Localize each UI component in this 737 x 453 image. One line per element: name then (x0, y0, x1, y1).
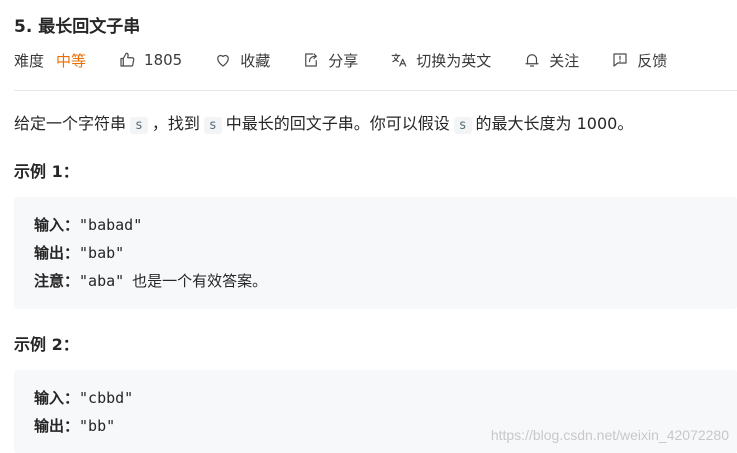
problem-title: 5. 最长回文子串 (14, 17, 141, 37)
output-label: 输出： (34, 417, 80, 435)
follow-button[interactable]: 关注 (523, 50, 579, 71)
input-label: 输入： (34, 389, 80, 407)
description-text: 给定一个字符串 (14, 114, 127, 133)
note-text: 也是一个有效答案。 (132, 272, 268, 290)
heart-icon (217, 54, 230, 67)
example-1-input: 输入："babad" (34, 211, 717, 239)
note-value: "aba" (79, 272, 125, 290)
inline-code: s (130, 117, 148, 134)
watermark: https://blog.csdn.net/weixin_42072280 (490, 427, 729, 443)
like-button[interactable]: 1805 (118, 51, 182, 69)
output-value: "bab" (79, 244, 125, 262)
output-label: 输出： (34, 244, 80, 262)
header-divider (14, 90, 737, 91)
problem-meta-bar: 难度 中等 1805 收藏 分享 切换为英文 关注 反馈 (14, 48, 667, 72)
like-count: 1805 (144, 51, 183, 69)
example-2-input: 输入："cbbd" (34, 384, 717, 412)
input-value: "babad" (79, 216, 143, 234)
translate-icon (391, 53, 407, 67)
feedback-icon (613, 53, 627, 67)
problem-description: 给定一个字符串 s ，找到 s 中最长的回文子串。你可以假设 s 的最大长度为 1000。 (14, 112, 633, 138)
example-1-note: 注意："aba" 也是一个有效答案。 (34, 267, 717, 295)
inline-code: s (453, 117, 472, 134)
description-text: 的最大长度为 1000。 (475, 114, 634, 133)
feedback-button[interactable]: 反馈 (611, 50, 667, 71)
input-value: "cbbd" (79, 389, 134, 407)
example-2-title: 示例 2： (14, 335, 79, 354)
output-value: "bb" (79, 417, 116, 435)
follow-label: 关注 (549, 51, 580, 70)
example-1-title: 示例 1： (14, 162, 79, 181)
share-icon (305, 53, 318, 67)
input-label: 输入： (34, 216, 80, 234)
switch-language-label: 切换为英文 (416, 51, 492, 70)
favorite-label: 收藏 (240, 51, 271, 70)
share-button[interactable]: 分享 (302, 50, 358, 71)
switch-language-button[interactable]: 切换为英文 (390, 50, 491, 71)
example-1-block: 输入："babad" 输出："bab" 注意："aba" 也是一个有效答案。 (14, 197, 737, 309)
inline-code: s (203, 117, 222, 134)
description-text: 中最长的回文子串。你可以假设 (225, 114, 450, 133)
example-1-output: 输出："bab" (34, 239, 717, 267)
favorite-button[interactable]: 收藏 (214, 50, 270, 71)
difficulty-value: 中等 (56, 51, 87, 70)
description-text: ，找到 (151, 114, 200, 133)
thumbs-up-icon (120, 52, 135, 67)
difficulty-label: 难度 (14, 51, 45, 70)
note-label: 注意： (34, 272, 80, 290)
feedback-label: 反馈 (637, 51, 668, 70)
bell-icon (525, 54, 539, 67)
share-label: 分享 (328, 51, 359, 70)
